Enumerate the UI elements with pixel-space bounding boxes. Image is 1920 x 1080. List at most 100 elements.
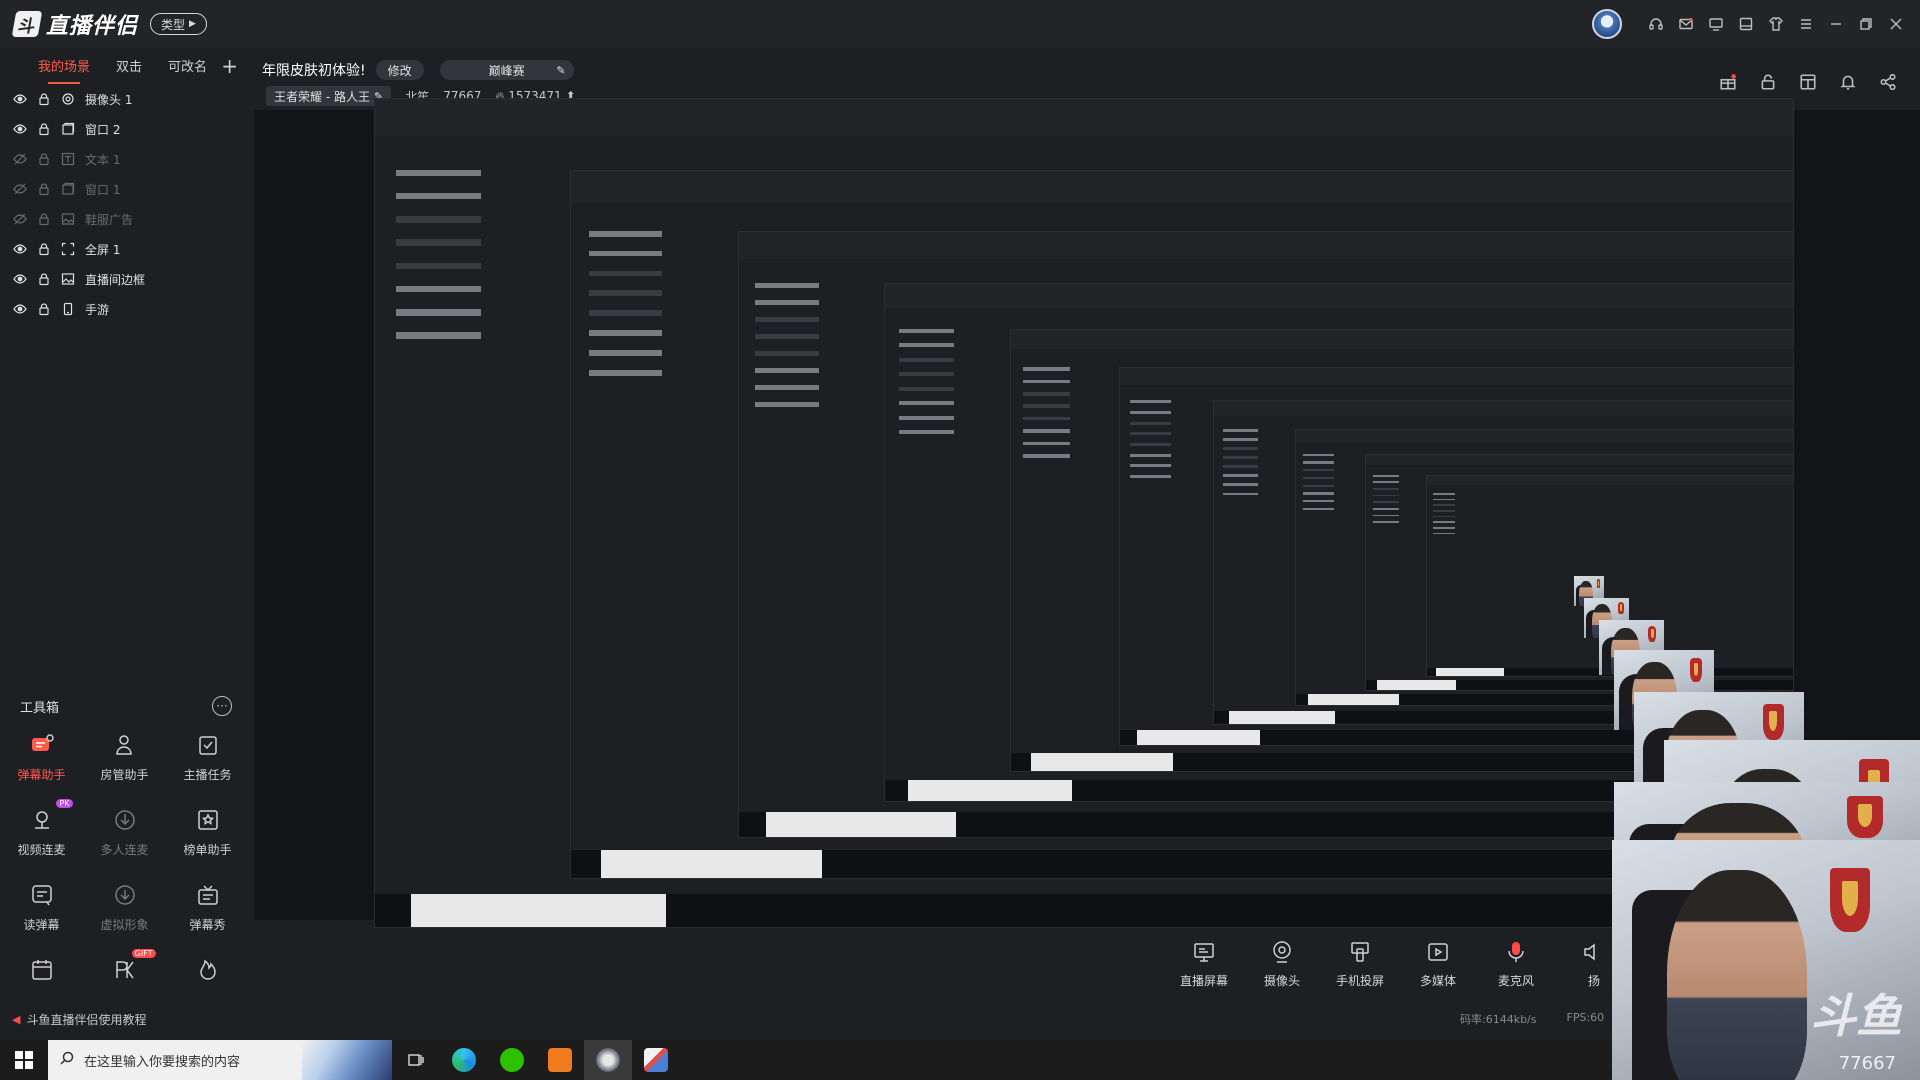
add-scene-button[interactable]: + [221,54,238,78]
eye-icon[interactable] [13,92,27,106]
taskbar-search[interactable]: 在这里输入你要搜索的内容 [48,1040,392,1080]
douyu-companion-icon[interactable] [536,1040,584,1080]
control-label: 多媒体 [1419,974,1456,988]
wechat-icon[interactable] [488,1040,536,1080]
tool-pk[interactable]: GIFT [83,949,166,991]
share-icon[interactable] [1878,72,1898,92]
restore-icon[interactable] [1856,14,1876,34]
control-phone-cast[interactable]: 手机投屏 [1334,938,1386,989]
admin-icon [110,730,140,760]
layout-icon[interactable] [1798,72,1818,92]
shirt-icon[interactable] [1766,14,1786,34]
source-item[interactable]: 窗口 2 [0,114,250,144]
gift-icon[interactable] [1718,72,1738,92]
video-link-icon: PK [27,799,73,835]
windows-start-icon[interactable] [0,1040,48,1080]
tool-danmaku[interactable]: 弹幕助手 [0,730,83,783]
control-label: 扬 [1587,974,1600,988]
tool-danmaku-show[interactable]: 弹幕秀 [166,880,249,933]
nested-preview-frame [1294,428,1793,707]
room-title: 年限皮肤初体验! [262,63,366,79]
eye-icon[interactable] [13,272,27,286]
tool-avatar-figure[interactable]: 虚拟形象 [83,880,166,933]
eye-icon[interactable] [13,122,27,136]
more-icon[interactable]: ··· [212,696,232,716]
lock-icon[interactable] [37,152,51,166]
unlock-icon[interactable] [1758,72,1778,92]
eye-off-icon[interactable] [13,152,27,166]
avatar[interactable] [1592,9,1622,39]
source-item[interactable]: 手游 [0,294,250,324]
game-selector[interactable]: 王者荣耀 - 路人王 ✎ [266,86,392,106]
tool-multi-link[interactable]: 多人连麦 [83,805,166,858]
screen-record-icon[interactable] [1706,14,1726,34]
paint-app-icon[interactable] [632,1040,680,1080]
tutorial-link[interactable]: ◀︎ 斗鱼直播伴侣使用教程 [12,1011,146,1028]
camera-watermark: 斗鱼 [1810,989,1902,1043]
type-button[interactable]: 类型 ▶ [150,13,207,35]
source-item[interactable]: 窗口 1 [0,174,250,204]
control-webcam[interactable]: 摄像头 [1256,938,1308,989]
search-highlight-art [302,1040,392,1080]
tool-label: 榜单助手 [183,843,232,857]
menu-icon[interactable] [1796,14,1816,34]
eye-icon[interactable] [13,302,27,316]
image-icon [61,212,75,226]
minimize-icon[interactable] [1826,14,1846,34]
live-preview[interactable] [254,98,1920,930]
source-item[interactable]: 摄像头 1 [0,84,250,114]
control-screen[interactable]: 直播屏幕 [1178,938,1230,989]
active-app-icon[interactable] [584,1040,632,1080]
lock-icon[interactable] [37,242,51,256]
eye-off-icon[interactable] [13,182,27,196]
stream-stats: 码率:6144kb/s FPS:60 [1460,1011,1604,1027]
tab-my-scene[interactable]: 我的场景 [38,56,90,84]
tool-label: 视频连麦 [17,843,66,857]
lock-icon[interactable] [37,272,51,286]
lock-icon[interactable] [37,122,51,136]
eye-off-icon[interactable] [13,212,27,226]
edge-icon[interactable] [440,1040,488,1080]
tool-read-danmaku[interactable]: 读弹幕 [0,880,83,933]
rank-icon [193,805,223,835]
lock-icon[interactable] [37,212,51,226]
tab-renamable[interactable]: 可改名 [168,56,207,75]
tool-admin[interactable]: 房管助手 [83,730,166,783]
search-placeholder: 在这里输入你要搜索的内容 [84,1054,241,1070]
tab-double-click[interactable]: 双击 [116,56,142,75]
headset-icon[interactable] [1646,14,1666,34]
bell-icon[interactable] [1838,72,1858,92]
lock-icon[interactable] [37,92,51,106]
source-item[interactable]: 全屏 1 [0,234,250,264]
source-label: 全屏 1 [85,242,121,257]
tool-task[interactable]: 主播任务 [166,730,249,783]
tool-video-link[interactable]: PK 视频连麦 [0,799,83,858]
control-mic[interactable]: 麦克风 [1490,938,1542,989]
lock-icon[interactable] [37,182,51,196]
tool-fire[interactable] [166,955,249,991]
tool-calendar[interactable] [0,955,83,991]
scene-tabs: 我的场景 双击 可改名 + [0,48,250,84]
control-media[interactable]: 多媒体 [1412,938,1464,989]
layout-icon[interactable] [1736,14,1756,34]
close-icon[interactable] [1886,14,1906,34]
logo-text: 直播伴侣 [46,14,139,39]
tool-rank[interactable]: 榜单助手 [166,805,249,858]
nested-preview-frame [374,98,1794,928]
toolbox-header: 工具箱 ··· [0,688,250,724]
scene-panel: 我的场景 双击 可改名 + 摄像头 1 窗口 2 文本 1 窗口 1 鞋服广告全屏 1 直… [0,48,250,1020]
source-item[interactable]: 鞋服广告 [0,204,250,234]
category-selector[interactable]: 巅峰赛 ✎ [439,60,574,80]
mail-icon[interactable] [1676,14,1696,34]
pencil-icon: ✎ [556,63,566,77]
source-list: 摄像头 1 窗口 2 文本 1 窗口 1 鞋服广告全屏 1 直播间边框 手游 [0,84,250,324]
edit-title-button[interactable]: 修改 [375,60,424,80]
task-view-icon[interactable] [392,1040,440,1080]
lock-icon[interactable] [37,302,51,316]
eye-icon[interactable] [13,242,27,256]
source-item[interactable]: 文本 1 [0,144,250,174]
tool-label: 房管助手 [100,768,149,782]
window-icon [61,122,75,136]
source-item[interactable]: 直播间边框 [0,264,250,294]
image-icon [61,272,75,286]
